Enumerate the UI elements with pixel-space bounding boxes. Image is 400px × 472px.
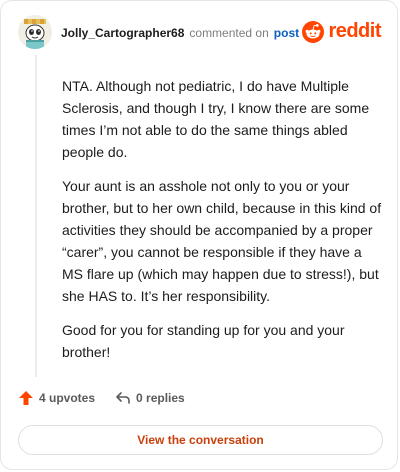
reddit-wordmark: reddit bbox=[328, 20, 381, 42]
reddit-logo[interactable]: reddit bbox=[302, 20, 381, 43]
replies-count: 0 replies bbox=[136, 391, 185, 405]
post-link[interactable]: post bbox=[274, 26, 299, 40]
upvote-button[interactable]: 4 upvotes bbox=[18, 390, 95, 406]
thread-line bbox=[35, 55, 37, 377]
comment-card: Jolly_Cartographer68 commented on post r… bbox=[0, 0, 398, 470]
comment-body: NTA. Although not pediatric, I do have M… bbox=[62, 75, 384, 375]
view-conversation-button[interactable]: View the conversation bbox=[18, 425, 383, 455]
comment-paragraph: Good for you for standing up for you and… bbox=[62, 322, 345, 360]
reddit-snoo-icon bbox=[302, 20, 325, 43]
replies-button[interactable]: 0 replies bbox=[115, 390, 185, 406]
reply-arrow-icon bbox=[116, 392, 130, 404]
action-text: commented on bbox=[189, 26, 269, 40]
comment-header: Jolly_Cartographer68 commented on post bbox=[61, 26, 299, 40]
comment-paragraph: NTA. Although not pediatric, I do have M… bbox=[62, 78, 370, 160]
comment-paragraph: Your aunt is an asshole not only to you … bbox=[62, 178, 382, 304]
upvotes-count: 4 upvotes bbox=[39, 391, 96, 405]
comment-actions: 4 upvotes 0 replies bbox=[18, 390, 185, 406]
avatar-image bbox=[18, 15, 52, 49]
upvote-arrow-icon bbox=[19, 391, 33, 405]
user-avatar[interactable] bbox=[18, 15, 52, 49]
username-link[interactable]: Jolly_Cartographer68 bbox=[61, 26, 184, 40]
